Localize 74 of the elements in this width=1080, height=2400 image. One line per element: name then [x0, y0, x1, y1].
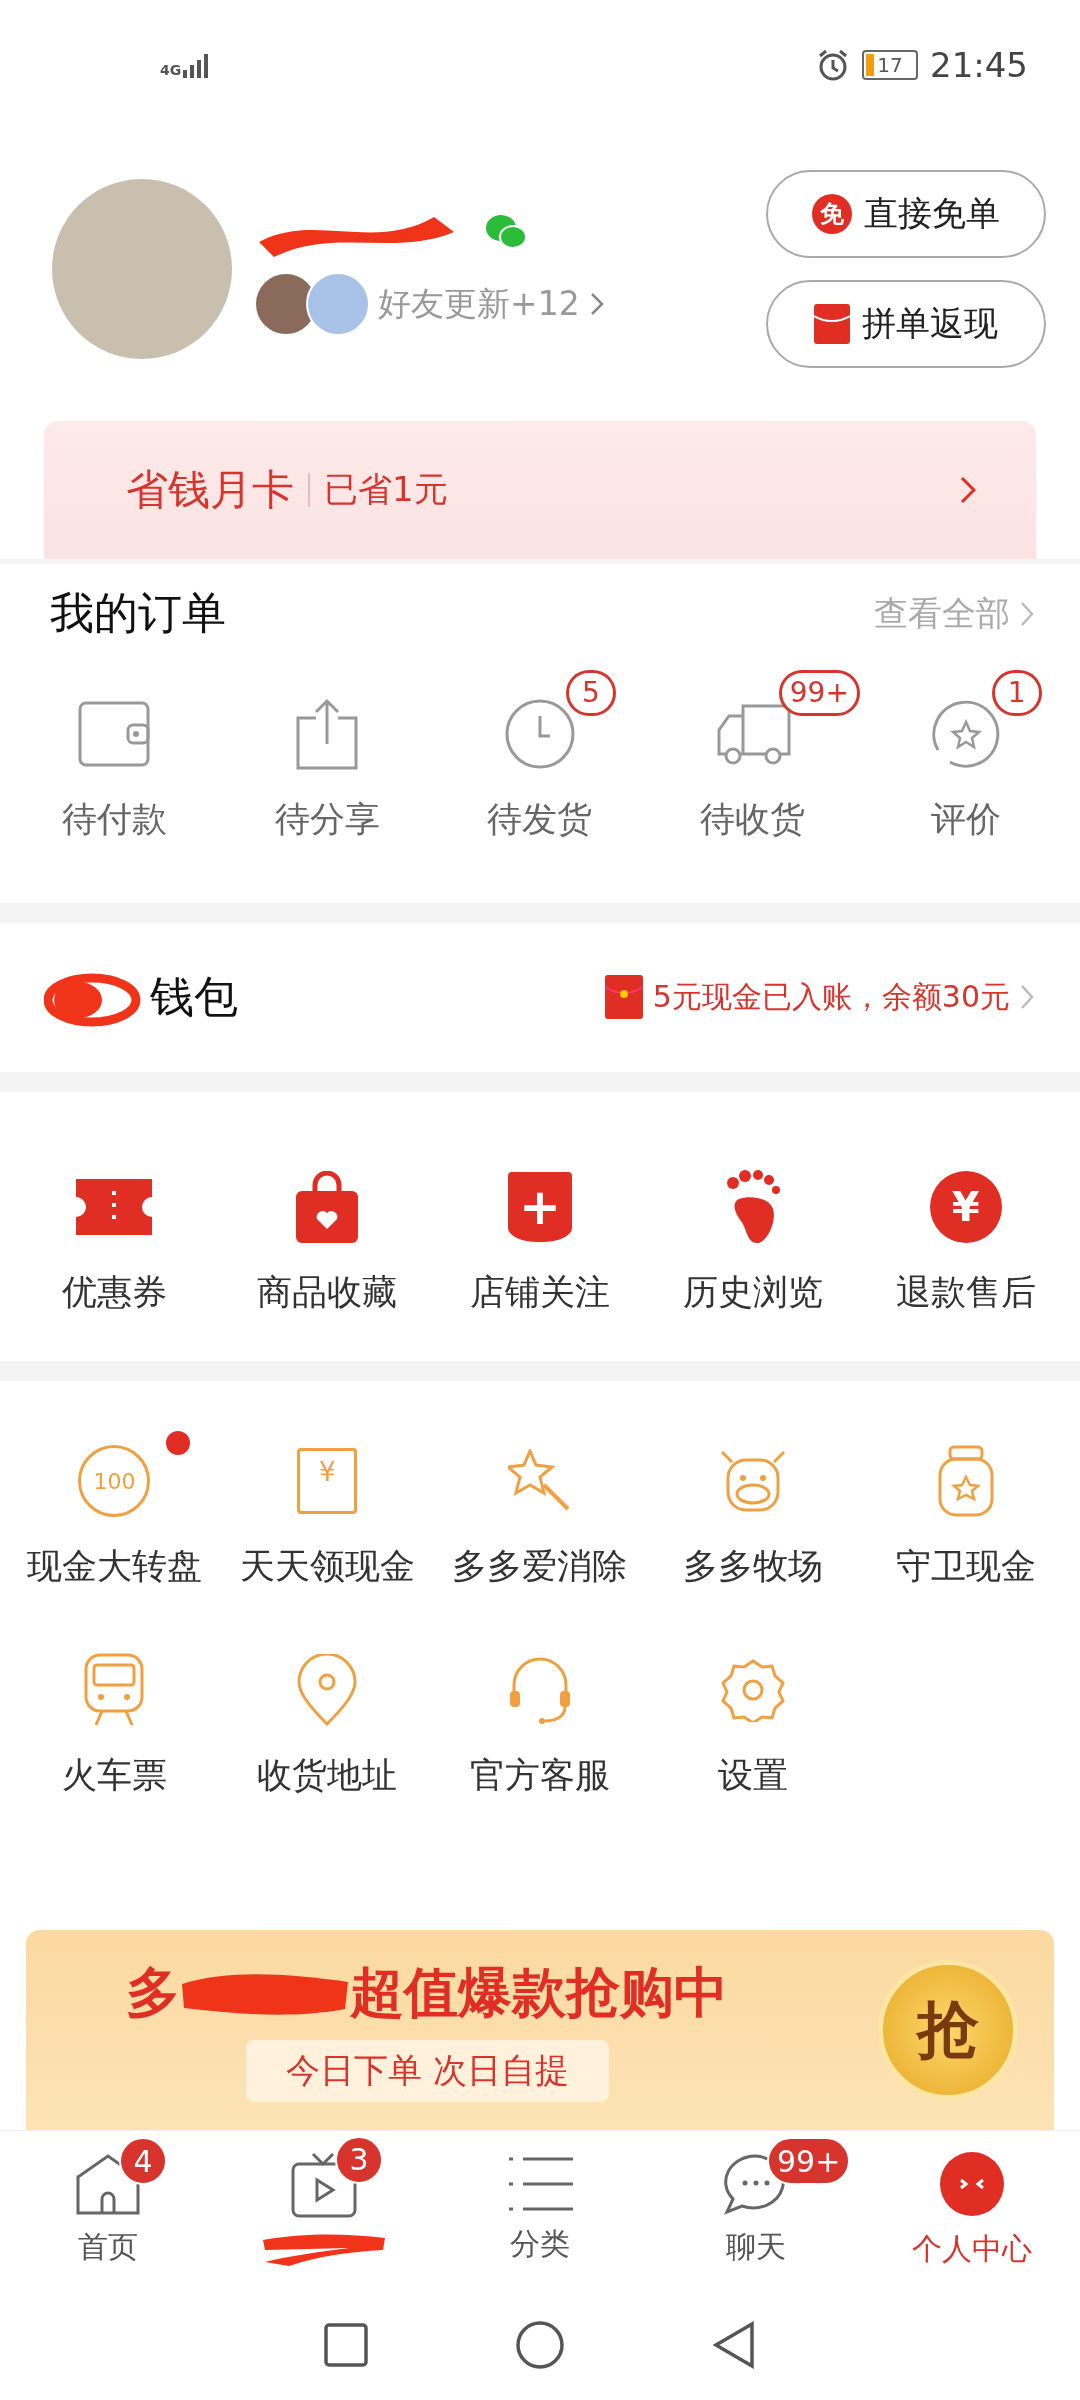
banner-title: 超值爆款抢购中: [350, 1960, 728, 2027]
nav-tab[interactable]: 3: [216, 2130, 432, 2291]
store-icon: +: [508, 1172, 572, 1243]
envelope-icon: [814, 304, 850, 345]
tool-item[interactable]: 守卫现金: [859, 1411, 1072, 1591]
back-button[interactable]: [712, 2321, 756, 2370]
count-badge: 5: [566, 669, 616, 716]
nav-tab[interactable]: 99+ 聊天: [648, 2130, 864, 2291]
service-item[interactable]: ¥ 退款售后: [859, 1137, 1072, 1317]
face-icon: [939, 2151, 1005, 2218]
badge-icon: 免: [812, 194, 852, 235]
tool-item[interactable]: 设置: [646, 1620, 860, 1800]
count-badge: 3: [335, 2135, 383, 2184]
chevron-icon: [589, 292, 604, 317]
clock-time: 21:45: [930, 44, 1028, 85]
count-badge: 4: [119, 2137, 167, 2186]
service-item[interactable]: 商品收藏: [220, 1137, 434, 1317]
envelope-icon: ¥: [297, 1448, 358, 1515]
tool-item[interactable]: 100 现金大转盘: [8, 1411, 221, 1591]
nav-tab[interactable]: 分类: [432, 2130, 648, 2291]
chevron-icon: [1020, 984, 1034, 1011]
banner-title: 多: [126, 1960, 180, 2027]
wallet-icon: [78, 700, 151, 767]
chevron-icon: [1020, 600, 1034, 627]
order-status-item[interactable]: 待付款: [8, 663, 221, 843]
section-title: 钱包: [150, 969, 238, 1024]
saved-amount: 已省1元: [324, 467, 449, 511]
count-badge: 1: [991, 669, 1042, 716]
settings-icon: [720, 1658, 785, 1723]
chevron-icon: [960, 475, 976, 504]
promo-banner[interactable]: 多 超值爆款抢购中 今日下单 次日自提 抢: [26, 1929, 1054, 2130]
service-item[interactable]: 历史浏览: [646, 1137, 860, 1317]
count-badge: 99+: [767, 2137, 851, 2186]
wallet-notice-link[interactable]: 5元现金已入账，余额30元: [652, 976, 1010, 1018]
section-title: 我的订单: [50, 586, 227, 641]
recent-apps-button[interactable]: [324, 2323, 368, 2368]
home-button[interactable]: [516, 2321, 564, 2370]
banner-subtitle: 今日下单 次日自提: [246, 2040, 609, 2103]
envelope-icon: [604, 975, 643, 1020]
coin-icon: 100: [78, 1445, 151, 1518]
headset-icon: [508, 1655, 572, 1726]
train-icon: [84, 1653, 145, 1728]
nav-tab[interactable]: 4 首页: [0, 2130, 216, 2291]
alarm-icon: [816, 47, 850, 82]
order-status-item[interactable]: 待分享: [220, 663, 434, 843]
order-status-item[interactable]: 99+ 待收货: [646, 663, 860, 843]
share-icon: [294, 697, 361, 770]
yen-icon: ¥: [929, 1171, 1002, 1244]
location-pin-icon: [297, 1654, 358, 1727]
action-button[interactable]: 拼单返现: [766, 280, 1046, 369]
order-status-item[interactable]: 1 评价: [859, 663, 1072, 843]
tool-item[interactable]: 多多爱消除: [433, 1411, 647, 1591]
network-label: 4G: [160, 61, 182, 78]
grab-button[interactable]: 抢: [878, 1959, 1018, 2100]
jar-icon: [937, 1445, 994, 1518]
shopping-bag-icon: [296, 1171, 359, 1244]
nav-tab[interactable]: 个人中心: [864, 2130, 1080, 2291]
action-button[interactable]: 免 直接免单: [766, 170, 1046, 259]
menu-icon: [507, 2156, 573, 2213]
savings-card[interactable]: 省钱月卡 已省1元: [44, 420, 1036, 559]
service-item[interactable]: + 店铺关注: [433, 1137, 647, 1317]
order-status-item[interactable]: 5 待发货: [433, 663, 647, 843]
tool-item[interactable]: 收货地址: [220, 1620, 434, 1800]
card-title: 省钱月卡: [126, 463, 294, 516]
tool-item[interactable]: 多多牧场: [646, 1411, 860, 1591]
clock-icon: [504, 697, 576, 770]
tool-item[interactable]: ¥ 天天领现金: [220, 1411, 434, 1591]
tool-item[interactable]: 火车票: [8, 1620, 221, 1800]
footprint-icon: [724, 1169, 781, 1246]
count-badge: 99+: [778, 669, 860, 716]
tool-item[interactable]: 官方客服: [433, 1620, 647, 1800]
service-item[interactable]: 优惠券: [8, 1137, 221, 1317]
ticket-icon: [76, 1179, 153, 1236]
battery-icon: 17: [862, 49, 918, 80]
